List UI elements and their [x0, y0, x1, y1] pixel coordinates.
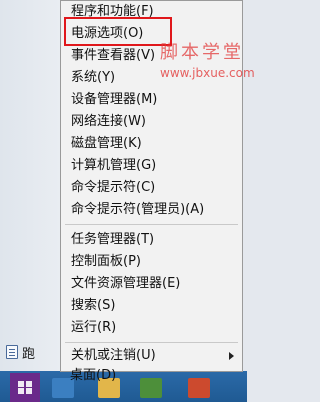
menu-item-label: 事件查看器(V): [71, 48, 156, 63]
menu-item-search[interactable]: 搜索(S): [61, 295, 242, 317]
menu-item-label: 命令提示符(C): [71, 180, 156, 195]
menu-item-desktop[interactable]: 桌面(D): [60, 365, 240, 387]
document-icon: [6, 345, 18, 359]
menu-item-control-panel[interactable]: 控制面板(P): [61, 251, 242, 273]
submenu-arrow-icon: [229, 352, 234, 360]
menu-item-run[interactable]: 运行(R): [61, 317, 242, 339]
menu-item-label: 关机或注销(U): [71, 348, 156, 363]
menu-item-device-manager[interactable]: 设备管理器(M): [61, 89, 242, 111]
menu-item-label: 设备管理器(M): [71, 92, 158, 107]
windows-logo-icon: [18, 381, 32, 394]
menu-item-label: 控制面板(P): [71, 254, 141, 269]
menu-item-label: 系统(Y): [71, 70, 116, 85]
menu-item-label: 命令提示符(管理员)(A): [71, 202, 205, 217]
menu-item-file-explorer[interactable]: 文件资源管理器(E): [61, 273, 242, 295]
power-user-context-menu: 程序和功能(F) 电源选项(O) 事件查看器(V) 系统(Y) 设备管理器(M)…: [60, 0, 243, 372]
menu-item-label: 计算机管理(G): [71, 158, 157, 173]
menu-item-command-prompt[interactable]: 命令提示符(C): [61, 177, 242, 199]
menu-item-disk-management[interactable]: 磁盘管理(K): [61, 133, 242, 155]
start-button[interactable]: [10, 373, 40, 402]
menu-item-label: 任务管理器(T): [71, 232, 155, 247]
menu-item-network-connections[interactable]: 网络连接(W): [61, 111, 242, 133]
menu-item-command-prompt-admin[interactable]: 命令提示符(管理员)(A): [61, 199, 242, 221]
menu-separator: [65, 342, 238, 343]
background-list-item[interactable]: 跑: [0, 338, 66, 366]
menu-item-label: 运行(R): [71, 320, 117, 335]
menu-item-label: 网络连接(W): [71, 114, 146, 129]
menu-item-label: 桌面(D): [70, 368, 117, 383]
menu-item-task-manager[interactable]: 任务管理器(T): [61, 229, 242, 251]
menu-item-label: 搜索(S): [71, 298, 116, 313]
menu-item-event-viewer[interactable]: 事件查看器(V): [61, 45, 242, 67]
menu-item-computer-management[interactable]: 计算机管理(G): [61, 155, 242, 177]
menu-item-system[interactable]: 系统(Y): [61, 67, 242, 89]
highlight-annotation-box: [64, 17, 172, 46]
menu-item-label: 磁盘管理(K): [71, 136, 142, 151]
menu-item-label: 文件资源管理器(E): [71, 276, 181, 291]
menu-separator: [65, 224, 238, 225]
background-item-label: 跑: [22, 346, 36, 362]
